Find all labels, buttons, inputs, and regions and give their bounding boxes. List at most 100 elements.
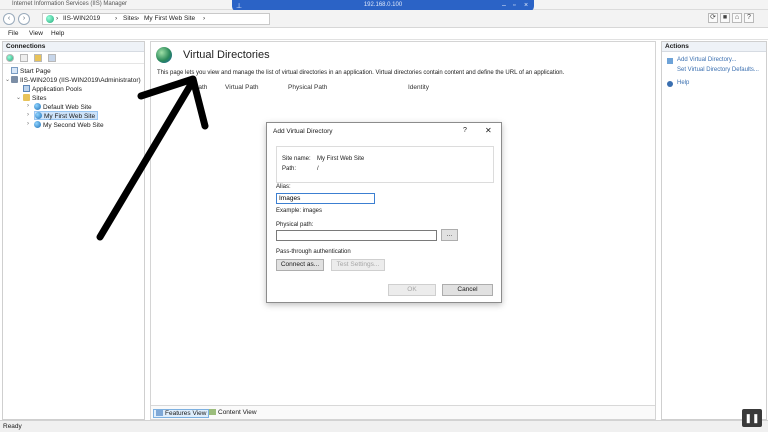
status-text: Ready (3, 423, 22, 430)
breadcrumb-separator-icon: › (137, 15, 140, 22)
tree-label: Start Page (20, 68, 51, 75)
column-header-path[interactable]: Path (194, 84, 207, 91)
tree-server[interactable]: IIS-WIN2019 (IIS-WIN2019\Administrator) (11, 76, 141, 85)
expand-icon[interactable]: › (27, 121, 29, 127)
save-icon[interactable] (20, 54, 28, 62)
pin-icon[interactable]: ⊥ (236, 2, 242, 10)
passthrough-label: Pass-through authentication (276, 249, 351, 255)
server-icon (11, 76, 18, 83)
minimize-icon[interactable]: – (502, 2, 506, 9)
status-bar: Ready (0, 420, 768, 432)
connect-as-button[interactable]: Connect as... (276, 259, 324, 271)
tree-app-pools[interactable]: Application Pools (23, 85, 82, 94)
alias-input[interactable] (276, 193, 375, 204)
actions-panel: Actions Add Virtual Directory... Set Vir… (661, 41, 767, 420)
content-view-label: Content View (218, 409, 257, 416)
back-icon[interactable]: ‹ (3, 13, 15, 25)
page-title: Virtual Directories (183, 49, 270, 61)
alias-label: Alias: (276, 184, 291, 190)
start-page-icon (11, 67, 18, 74)
menu-view[interactable]: View (29, 30, 43, 37)
features-view-icon (156, 410, 163, 416)
window-title: Internet Information Services (IIS) Mana… (12, 1, 128, 7)
menubar: File View Help (0, 28, 768, 40)
pause-icon[interactable]: ❚❚ (742, 409, 762, 427)
site-globe-icon (34, 103, 41, 110)
column-header-physical-path[interactable]: Physical Path (288, 84, 327, 91)
tree-start-page[interactable]: Start Page (11, 67, 51, 76)
page-description: This page lets you view and manage the l… (157, 70, 565, 76)
expand-icon[interactable]: › (27, 103, 29, 109)
add-vdir-icon (667, 58, 673, 64)
content-view-button[interactable]: Content View (207, 409, 259, 418)
dialog-title: Add Virtual Directory (273, 128, 333, 135)
tree-site-second[interactable]: My Second Web Site (34, 121, 104, 130)
expand-icon[interactable]: › (27, 112, 29, 118)
breadcrumb-separator-icon: › (115, 15, 118, 22)
site-name-label: Site name: (282, 156, 311, 162)
connect-icon[interactable] (6, 54, 14, 62)
breadcrumb-sites[interactable]: Sites (123, 15, 137, 22)
cancel-button[interactable]: Cancel (442, 284, 493, 296)
site-name-value: My First Web Site (317, 156, 365, 162)
view-switcher: Features View Content View (151, 405, 655, 419)
site-globe-icon (35, 112, 42, 119)
column-header-virtual-path[interactable]: Virtual Path (225, 84, 258, 91)
breadcrumb-separator-icon: › (56, 15, 59, 22)
breadcrumb-separator-icon: › (203, 15, 206, 22)
site-globe-icon (34, 121, 41, 128)
actions-header: Actions (662, 42, 766, 52)
connections-header: Connections (3, 42, 144, 52)
home-icon[interactable]: ⌂ (732, 13, 742, 23)
address-bar: ‹ › › IIS-WIN2019 › Sites › My First Web… (0, 10, 768, 28)
sites-folder-icon (23, 94, 30, 101)
tree-label: My Second Web Site (43, 122, 104, 129)
action-add-virtual-directory[interactable]: Add Virtual Directory... (677, 57, 736, 63)
connections-panel: Connections Start Page ⌄ IIS-WIN2019 (II… (2, 41, 145, 420)
dialog-help-icon[interactable]: ? (463, 127, 467, 134)
collapse-icon[interactable]: ⌄ (5, 76, 10, 83)
breadcrumb[interactable]: › IIS-WIN2019 › Sites › My First Web Sit… (42, 13, 270, 25)
virtual-directories-icon (156, 47, 172, 63)
close-icon[interactable]: × (524, 2, 528, 9)
server-globe-icon (46, 15, 54, 23)
tree-label: Default Web Site (43, 104, 92, 111)
path-label: Path: (282, 166, 297, 172)
tree-label: IIS-WIN2019 (IIS-WIN2019\Administrator) (20, 77, 141, 84)
folder-icon[interactable] (34, 54, 42, 62)
alias-example: Example: images (276, 208, 323, 214)
tree-label: My First Web Site (44, 113, 96, 120)
connections-toolbar (3, 52, 144, 64)
menu-help[interactable]: Help (51, 30, 64, 37)
forward-icon[interactable]: › (18, 13, 30, 25)
content-view-icon (209, 409, 216, 415)
tree-label: Application Pools (32, 86, 82, 93)
features-view-label: Features View (165, 410, 207, 417)
browse-button[interactable]: ... (441, 229, 458, 241)
restore-icon[interactable]: ▫ (513, 2, 515, 9)
connections-icon[interactable] (48, 54, 56, 62)
ok-button[interactable]: OK (388, 284, 436, 296)
refresh-icon[interactable]: ⟳ (708, 13, 718, 23)
site-info-box: Site name: My First Web Site Path: / (276, 146, 494, 183)
help-toolbar-icon[interactable]: ? (744, 13, 754, 23)
test-settings-button[interactable]: Test Settings... (331, 259, 385, 271)
tree-sites[interactable]: Sites (23, 94, 46, 103)
remote-ip: 192.168.0.100 (363, 2, 403, 8)
action-set-defaults[interactable]: Set Virtual Directory Defaults... (677, 67, 759, 73)
breadcrumb-server[interactable]: IIS-WIN2019 (63, 15, 100, 22)
physical-path-input[interactable] (276, 230, 437, 241)
collapse-icon[interactable]: ⌄ (16, 94, 21, 101)
tree-label: Sites (32, 95, 47, 102)
features-view-button[interactable]: Features View (153, 409, 210, 418)
stop-icon[interactable]: ■ (720, 13, 730, 23)
help-icon (667, 81, 673, 87)
tree-site-first[interactable]: My First Web Site (34, 111, 99, 120)
action-help[interactable]: Help (677, 80, 689, 86)
menu-file[interactable]: File (8, 30, 18, 37)
dialog-close-icon[interactable]: ✕ (485, 126, 492, 135)
column-header-identity[interactable]: Identity (408, 84, 429, 91)
physical-path-label: Physical path: (276, 222, 314, 228)
add-virtual-directory-dialog: Add Virtual Directory ? ✕ Site name: My … (266, 122, 502, 303)
breadcrumb-site[interactable]: My First Web Site (144, 15, 195, 22)
